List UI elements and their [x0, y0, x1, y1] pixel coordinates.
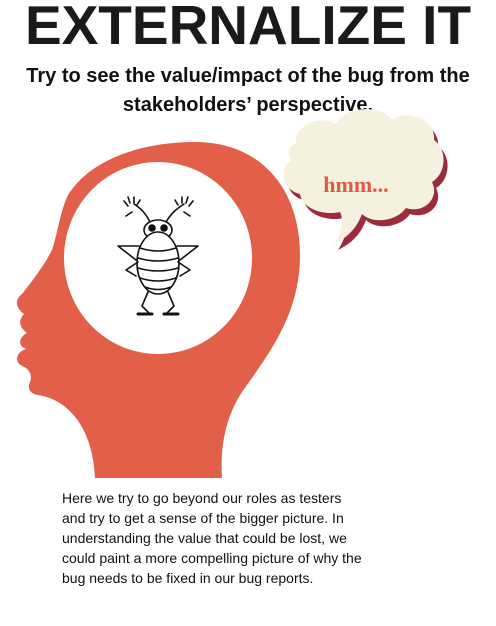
thought-bubble-text: hmm...: [323, 172, 388, 197]
body-paragraph: Here we try to go beyond our roles as te…: [62, 490, 362, 586]
